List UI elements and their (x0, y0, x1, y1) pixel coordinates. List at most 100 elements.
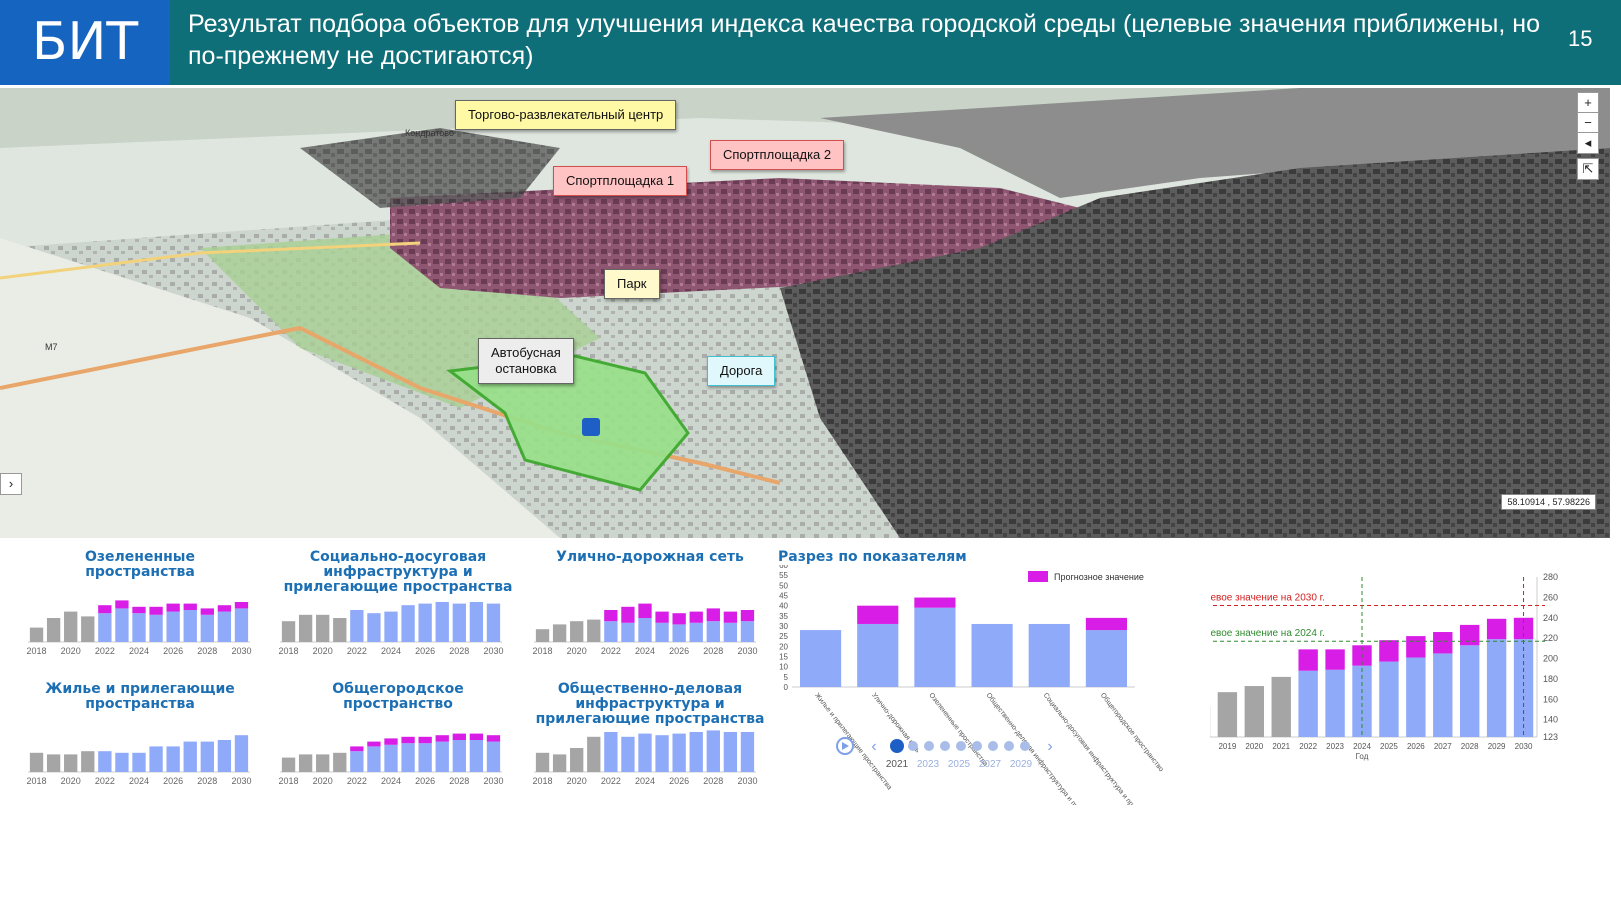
expand-panel-button[interactable]: › (0, 473, 22, 495)
timeline-year[interactable]: 2023 (917, 759, 940, 770)
timeline-dot[interactable] (890, 739, 904, 753)
chart-indicator-breakdown[interactable]: 051015202530354045505560Жилье и прилегаю… (770, 565, 1190, 805)
y-tick-label: 140 (1543, 715, 1558, 725)
bar-actual (535, 629, 550, 642)
bar-actual (723, 622, 738, 642)
timeline-dot[interactable] (940, 741, 950, 751)
timeline-dot[interactable] (988, 741, 998, 751)
y-tick-label: 60 (779, 565, 788, 570)
x-tick-label: 2024 (1353, 742, 1371, 751)
timeline-dot[interactable] (1004, 741, 1014, 751)
bar-actual (570, 621, 584, 642)
bar-forecast (149, 606, 163, 615)
bar-actual (46, 618, 61, 642)
bar-actual (132, 752, 146, 772)
bar-actual (570, 748, 584, 772)
callout-sport2[interactable]: Спортплощадка 2 (710, 140, 845, 170)
callout-mall[interactable]: Торгово-развлекательный центр (455, 100, 677, 130)
x-tick-label: 2024 (381, 646, 401, 656)
x-tick-label: 2026 (1407, 742, 1425, 751)
play-icon (842, 742, 849, 750)
y-tick-label: 40 (779, 602, 788, 611)
x-tick-label: 2020 (1245, 742, 1263, 751)
category-label: Озелененные пространства (927, 692, 988, 768)
timeline-year[interactable]: 2021 (886, 759, 909, 770)
x-tick-label: 2023 (1326, 742, 1344, 751)
x-tick-label: 2018 (533, 646, 553, 656)
callout-road[interactable]: Дорога (707, 356, 776, 386)
bar-actual (971, 623, 1013, 687)
bar-forecast (1433, 632, 1453, 654)
next-arrow-icon[interactable]: › (1047, 738, 1052, 755)
back-button[interactable]: ◂ (1577, 132, 1599, 154)
timeline-dot[interactable] (972, 741, 982, 751)
y-tick-label: 15 (779, 653, 788, 662)
bar-actual (29, 752, 44, 772)
bar-actual (217, 611, 232, 642)
x-tick-label: 2030 (483, 646, 503, 656)
bar-forecast (655, 611, 669, 623)
callout-bus-stop[interactable]: Автобусная остановка (478, 338, 574, 384)
bar-actual (217, 740, 232, 772)
x-tick-label: 2024 (381, 776, 401, 786)
x-tick-label: 2027 (1434, 742, 1452, 751)
bar-actual (1217, 692, 1238, 737)
bar-forecast (98, 605, 112, 614)
bar-actual (166, 746, 180, 772)
bar-forecast (914, 597, 956, 608)
bar-actual (200, 741, 214, 772)
timeline-year[interactable]: 2025 (948, 759, 971, 770)
bar-actual (350, 751, 364, 772)
bar-actual (486, 741, 501, 772)
timeline-dot[interactable] (924, 741, 934, 751)
chart1-title: Озелененные пространства (85, 549, 195, 580)
bar-actual (1244, 686, 1264, 737)
bar-actual (316, 614, 330, 642)
bar-actual (857, 623, 899, 687)
callout-park[interactable]: Парк (604, 269, 660, 299)
x-tick-label: 2018 (27, 646, 47, 656)
zoom-in-button[interactable]: + (1577, 92, 1599, 114)
highway-label: M7 (45, 342, 58, 352)
x-tick-label: 2030 (231, 646, 251, 656)
x-tick-label: 2020 (61, 646, 81, 656)
zoom-out-button[interactable]: − (1577, 112, 1599, 134)
prev-arrow-icon[interactable]: ‹ (871, 738, 876, 755)
bar-actual (200, 614, 214, 642)
y-tick-label: 123 (1543, 732, 1558, 742)
bar-actual (740, 732, 755, 772)
target-label: Целевое значение на 2024 г. (1210, 628, 1325, 639)
bar-actual (115, 752, 129, 772)
bar-forecast (740, 610, 755, 622)
timeline-year[interactable]: 2029 (1010, 759, 1033, 770)
timeline-dot[interactable] (1020, 741, 1030, 751)
city-3d-map[interactable]: M7 Кондратово Торгово-развлекательный це… (0, 88, 1610, 538)
bar-actual (621, 736, 635, 772)
bar-forecast (1325, 649, 1345, 670)
bar-actual (535, 752, 550, 772)
export-button[interactable]: ⇱ (1577, 158, 1599, 180)
logo: БИТ (0, 0, 170, 85)
category-label: Общегородское пространство (1099, 691, 1165, 773)
bar-actual (1271, 676, 1291, 737)
callout-bus-stop-line1: Автобусная (491, 345, 561, 360)
bar-actual (333, 618, 347, 642)
timeline-year[interactable]: 2027 (979, 759, 1002, 770)
bar-actual (298, 754, 313, 772)
bar-actual (486, 603, 501, 642)
bus-stop-icon[interactable] (582, 418, 600, 436)
bar-actual (1379, 661, 1399, 737)
bar-actual (1028, 623, 1070, 687)
bar-forecast (1486, 618, 1507, 640)
bar-forecast (1460, 624, 1480, 646)
bar-forecast (115, 600, 129, 609)
timeline-dot[interactable] (908, 741, 918, 751)
bar-forecast (672, 613, 686, 625)
legend-forecast-label: Прогнозное значение (1054, 572, 1144, 582)
page-title: Результат подбора объектов для улучшения… (188, 10, 1540, 70)
timeline-dot[interactable] (956, 741, 966, 751)
bar-actual (1085, 630, 1127, 687)
callout-sport1[interactable]: Спортплощадка 1 (553, 166, 688, 196)
bar-actual (638, 733, 652, 772)
bar-actual (1433, 653, 1453, 737)
